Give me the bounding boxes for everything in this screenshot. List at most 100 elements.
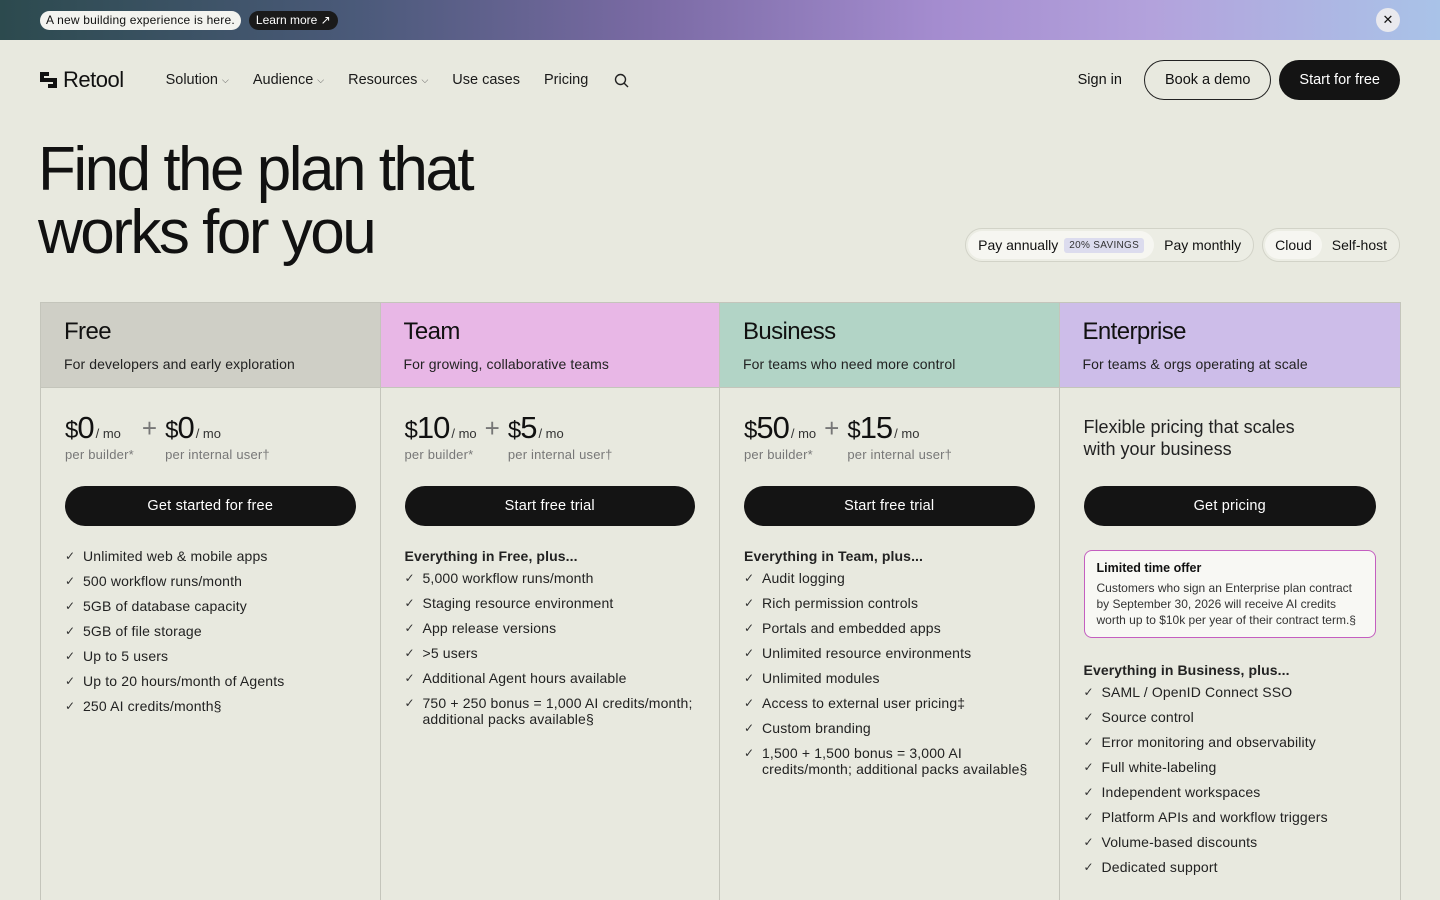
user-price-value: 15 (859, 410, 893, 445)
feature-item: ✓ Additional Agent hours available (405, 670, 696, 687)
nav-audience-label: Audience (252, 72, 314, 88)
feature-intro: Everything in Business, plus... (1083, 662, 1290, 678)
plan-header: Free For developers and early exploratio… (41, 303, 380, 388)
feature-item: ✓ Volume-based discounts (1084, 834, 1377, 851)
user-price-value: 5 (520, 410, 537, 445)
price-period: / mo (95, 426, 121, 441)
check-icon: ✓ (404, 696, 415, 710)
feature-text: Custom branding (762, 720, 871, 736)
feature-text: Platform APIs and workflow triggers (1101, 809, 1328, 825)
pay-monthly-option[interactable]: Pay monthly (1154, 231, 1251, 259)
book-demo-button[interactable]: Book a demo (1143, 60, 1272, 100)
dollar-sign: $ (744, 417, 757, 444)
user-price: $0 (165, 410, 195, 447)
feature-text: 1,500 + 1,500 bonus = 3,000 AI credits/m… (762, 745, 1028, 777)
feature-text: 750 + 250 bonus = 1,000 AI credits/month… (422, 695, 693, 727)
sign-in-link[interactable]: Sign in (1078, 72, 1122, 88)
price-period: / mo (451, 426, 477, 441)
check-icon: ✓ (744, 746, 755, 760)
cloud-option[interactable]: Cloud (1265, 231, 1322, 259)
feature-text: Unlimited web & mobile apps (83, 548, 268, 564)
check-icon: ✓ (1083, 685, 1094, 699)
feature-intro: Everything in Team, plus... (744, 548, 924, 564)
feature-item: ✓ Rich permission controls (744, 595, 1035, 612)
check-icon: ✓ (744, 671, 755, 685)
nav-audience[interactable]: Audience ⌵ (253, 72, 324, 88)
dollar-sign: $ (404, 417, 418, 444)
feature-item: ✓ 500 workflow runs/month (65, 573, 356, 590)
banner-message: A new building experience is here. (40, 10, 241, 30)
builder-price: $50 (744, 410, 790, 447)
builder-label: per builder* (404, 447, 474, 462)
feature-item: ✓ Custom branding (744, 720, 1035, 737)
nav-pricing[interactable]: Pricing (544, 72, 588, 88)
start-free-trial-button[interactable]: Start free trial (404, 486, 695, 526)
builder-price-value: 0 (77, 410, 94, 445)
builder-price-value: 50 (756, 410, 789, 445)
builder-price-value: 10 (416, 410, 450, 445)
feature-text: Staging resource environment (422, 595, 614, 611)
nav-resources[interactable]: Resources ⌵ (348, 72, 428, 88)
feature-text: 5,000 workflow runs/month (422, 570, 594, 586)
start-free-trial-button[interactable]: Start free trial (744, 486, 1035, 526)
billing-toggle: Pay annually 20% SAVINGS Pay monthly (965, 228, 1255, 262)
feature-text: Additional Agent hours available (422, 670, 627, 686)
feature-item: ✓ Full white-labeling (1084, 759, 1377, 776)
feature-list: ✓ Audit logging ✓ Rich permission controls ✓… (744, 570, 1035, 777)
nav-solution[interactable]: Solution ⌵ (166, 72, 229, 88)
feature-text: Portals and embedded apps (762, 620, 941, 636)
builder-label: per builder* (744, 447, 813, 462)
dollar-sign: $ (507, 417, 521, 444)
chevron-down-icon: ⌵ (421, 74, 429, 85)
self-host-option[interactable]: Self-host (1322, 231, 1397, 259)
check-icon: ✓ (404, 671, 415, 685)
pay-annually-option[interactable]: Pay annually 20% SAVINGS (968, 231, 1155, 259)
title-line-2: works for you (38, 198, 377, 267)
feature-text: Dedicated support (1101, 859, 1218, 875)
feature-text: >5 users (422, 645, 478, 661)
plan-header: Team For growing, collaborative teams (380, 303, 719, 388)
start-free-button[interactable]: Start for free (1279, 60, 1400, 100)
check-icon: ✓ (65, 549, 76, 563)
feature-list: ✓ 5,000 workflow runs/month ✓ Staging resou… (405, 570, 696, 727)
feature-item: ✓ >5 users (405, 645, 696, 662)
plan-name: Business (743, 318, 836, 345)
check-icon: ✓ (65, 624, 76, 638)
nav-use-cases[interactable]: Use cases (452, 72, 520, 88)
price-period: / mo (538, 426, 564, 441)
check-icon: ✓ (744, 596, 755, 610)
price-period: / mo (894, 426, 920, 441)
plan-pricing: $50 / mo per builder* + $15 / mo per int… (744, 410, 1035, 463)
plan-enterprise: Enterprise For teams & orgs operating at… (1059, 303, 1400, 900)
plan-team: Team For growing, collaborative teams $1… (380, 303, 720, 900)
feature-item: ✓ Access to external user pricing‡ (744, 695, 1035, 712)
user-label: per internal user† (165, 447, 270, 462)
get-started-free-button[interactable]: Get started for free (65, 486, 356, 526)
user-label: per internal user† (507, 447, 613, 462)
feature-section: Everything in Free, plus... ✓ 5,000 workf… (405, 548, 696, 727)
price-period: / mo (195, 426, 221, 441)
pricing-plans: Free For developers and early exploratio… (40, 302, 1401, 900)
feature-item: ✓ Dedicated support (1084, 859, 1377, 876)
nav-resources-label: Resources (348, 72, 418, 88)
feature-item: ✓ Unlimited resource environments (744, 645, 1035, 662)
check-icon: ✓ (744, 721, 755, 735)
pay-annually-label: Pay annually (978, 237, 1059, 253)
dollar-sign: $ (847, 417, 860, 444)
feature-text: Error monitoring and observability (1101, 734, 1316, 750)
check-icon: ✓ (404, 596, 415, 610)
search-icon[interactable] (614, 73, 629, 88)
enterprise-pricing-heading: Flexible pricing that scales with your b… (1083, 417, 1295, 459)
brand-logo[interactable]: Retool (40, 67, 124, 93)
builder-price: $0 (65, 410, 95, 447)
title-line-1: Find the plan that (38, 135, 475, 204)
builder-label: per builder* (65, 447, 134, 462)
user-price: $15 (847, 410, 893, 447)
learn-more-link[interactable]: Learn more ↗ (248, 10, 338, 30)
get-pricing-button[interactable]: Get pricing (1083, 486, 1376, 526)
close-icon[interactable]: ✕ (1376, 8, 1400, 32)
feature-item: ✓ SAML / OpenID Connect SSO (1084, 684, 1377, 701)
user-price-value: 0 (177, 410, 194, 445)
feature-item: ✓ Up to 5 users (65, 648, 356, 665)
feature-item: ✓ Independent workspaces (1084, 784, 1377, 801)
